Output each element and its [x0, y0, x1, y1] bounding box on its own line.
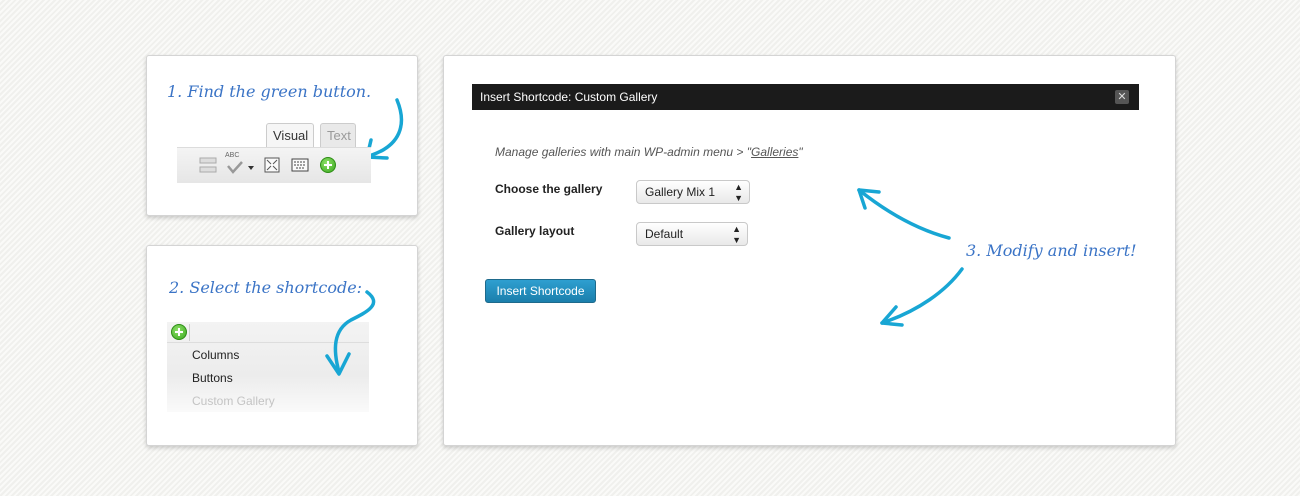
select-arrows-icon: ▲ ▼	[734, 182, 743, 203]
layout-select-value: Default	[645, 227, 684, 241]
dialog-titlebar: Insert Shortcode: Custom Gallery ✕	[472, 84, 1139, 110]
spellcheck-abbr: ABC	[225, 152, 240, 159]
step3-arrow-down	[880, 267, 964, 327]
step3-arrow-up	[857, 188, 951, 240]
menu-divider	[189, 324, 190, 341]
layout-select[interactable]: Default ▲ ▼	[636, 222, 748, 246]
insert-shortcode-button[interactable]: Insert Shortcode	[485, 279, 596, 303]
select-arrows-icon: ▲ ▼	[732, 224, 741, 245]
spellcheck-icon[interactable]: ABC	[225, 152, 255, 176]
gallery-label: Choose the gallery	[495, 182, 603, 196]
tab-visual[interactable]: Visual	[266, 123, 314, 147]
step1-card: 1. Find the green button. Visual Text AB…	[146, 55, 418, 216]
close-icon[interactable]: ✕	[1115, 90, 1129, 104]
step2-arrow	[325, 290, 376, 376]
fullscreen-icon[interactable]	[263, 156, 281, 174]
tab-text[interactable]: Text	[320, 123, 356, 147]
keyboard-icon[interactable]	[291, 156, 309, 174]
gallery-select-value: Gallery Mix 1	[645, 185, 716, 199]
menu-item-buttons[interactable]: Buttons	[192, 371, 233, 385]
step2-card: 2. Select the shortcode: Columns Buttons…	[146, 245, 418, 446]
editor-toolbar: ABC	[177, 147, 371, 183]
add-shortcode-icon[interactable]	[320, 157, 336, 173]
dialog-title: Insert Shortcode: Custom Gallery	[480, 90, 658, 104]
step1-caption: 1. Find the green button.	[167, 82, 372, 101]
menu-item-columns[interactable]: Columns	[192, 348, 239, 362]
dialog-card: Insert Shortcode: Custom Gallery ✕ Manag…	[443, 55, 1176, 446]
galleries-link[interactable]: Galleries	[751, 145, 798, 159]
intro-text: Manage galleries with main WP-admin menu…	[495, 145, 747, 159]
layout-label: Gallery layout	[495, 224, 575, 238]
more-tag-icon[interactable]	[199, 156, 217, 174]
menu-item-custom-gallery[interactable]: Custom Gallery	[192, 394, 275, 408]
step3-caption: 3. Modify and insert!	[966, 241, 1137, 260]
gallery-select[interactable]: Gallery Mix 1 ▲ ▼	[636, 180, 750, 204]
dialog-intro: Manage galleries with main WP-admin menu…	[495, 145, 803, 159]
add-shortcode-icon[interactable]	[171, 324, 187, 340]
